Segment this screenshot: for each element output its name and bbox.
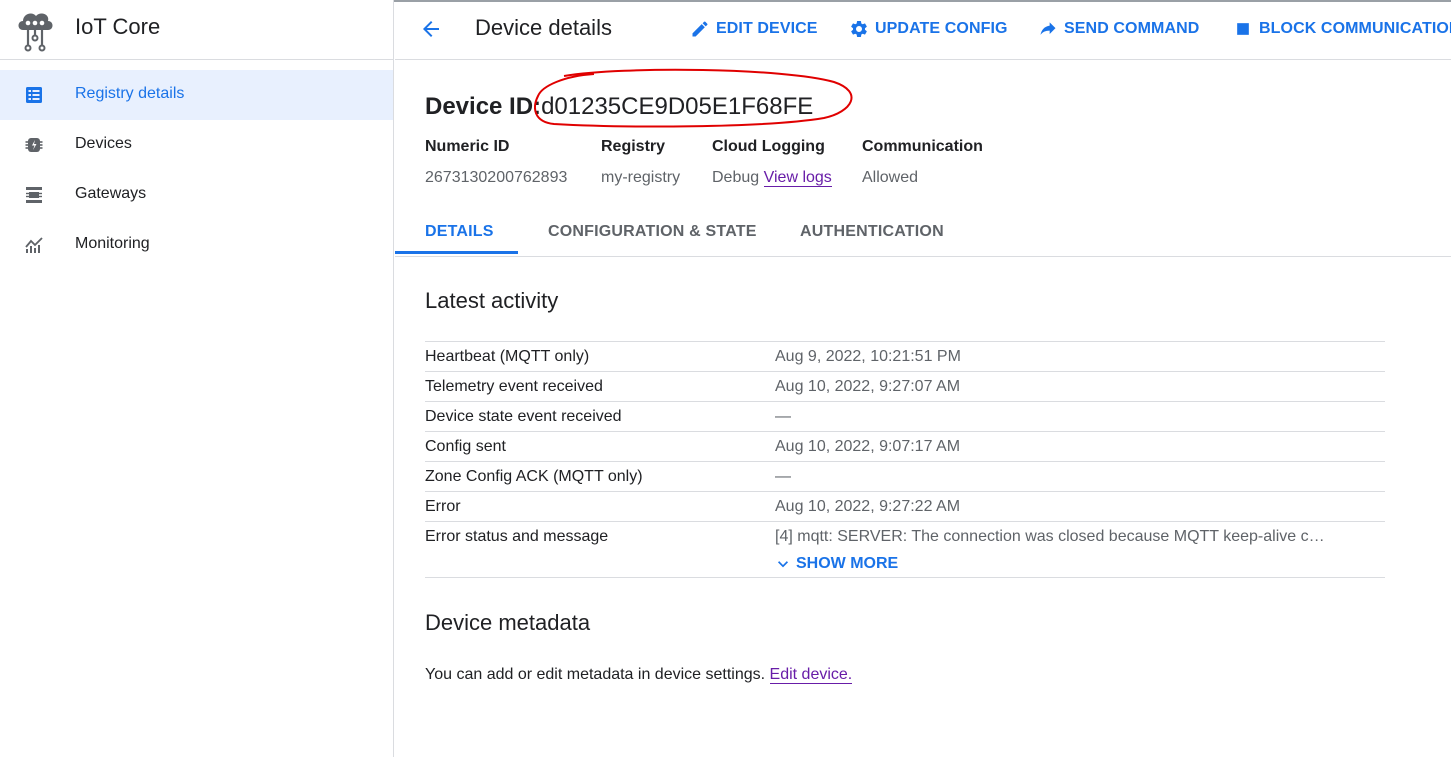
communication-label: Communication <box>862 138 983 155</box>
registry-value: my-registry <box>601 169 681 186</box>
pencil-icon <box>692 21 708 37</box>
tab-authentication[interactable]: AUTHENTICATION <box>800 210 944 256</box>
row-value: — <box>775 408 791 425</box>
table-row: Error Aug 10, 2022, 9:27:22 AM <box>425 491 1385 521</box>
monitoring-icon <box>25 237 43 253</box>
numeric-id-label: Numeric ID <box>425 138 510 155</box>
device-id-label: Device ID: <box>425 93 542 120</box>
chevron-down-icon <box>778 561 788 568</box>
row-key: Device state event received <box>425 408 622 425</box>
show-more-label: SHOW MORE <box>796 555 899 572</box>
update-config-button[interactable]: UPDATE CONFIG <box>849 18 1008 40</box>
table-row: Zone Config ACK (MQTT only) — <box>425 461 1385 491</box>
row-key: Error <box>425 498 461 515</box>
page-header: Device details EDIT DEVICE UPDATE CONFIG… <box>395 0 1451 60</box>
send-command-button[interactable]: SEND COMMAND <box>1038 18 1199 40</box>
forward-arrow-icon <box>1040 22 1056 35</box>
row-key: Config sent <box>425 438 506 455</box>
latest-activity-table: Heartbeat (MQTT only) Aug 9, 2022, 10:21… <box>425 341 1385 578</box>
sidebar-item-gateways[interactable]: Gateways <box>0 170 393 220</box>
main-content: Device details EDIT DEVICE UPDATE CONFIG… <box>395 0 1451 757</box>
update-config-label: UPDATE CONFIG <box>875 20 1008 37</box>
table-row: Config sent Aug 10, 2022, 9:07:17 AM <box>425 431 1385 461</box>
numeric-id-value: 2673130200762893 <box>425 169 568 186</box>
cloud-logging-label: Cloud Logging <box>712 138 825 155</box>
sidebar-item-label: Devices <box>75 135 132 152</box>
iot-core-logo-icon <box>18 13 53 52</box>
back-arrow-icon[interactable] <box>419 17 443 41</box>
cloud-logging-field: Cloud Logging Debug View logs <box>712 138 832 187</box>
row-value: Aug 10, 2022, 9:27:22 AM <box>775 498 961 515</box>
sidebar-item-devices[interactable]: Devices <box>0 120 393 170</box>
row-key: Zone Config ACK (MQTT only) <box>425 468 643 485</box>
device-id-heading: Device ID:d01235CE9D05E1F68FE <box>425 93 813 121</box>
send-command-label: SEND COMMAND <box>1064 20 1200 37</box>
device-metadata-title: Device metadata <box>425 610 591 635</box>
registry-field: Registry my-registry <box>601 138 680 187</box>
active-tab-indicator <box>395 251 518 254</box>
metadata-description: You can add or edit metadata in device s… <box>425 666 853 684</box>
device-id-value: d01235CE9D05E1F68FE <box>541 93 814 120</box>
row-key: Error status and message <box>425 528 609 545</box>
edit-device-button[interactable]: EDIT DEVICE <box>690 18 818 40</box>
sidebar-item-label: Monitoring <box>75 235 150 252</box>
table-row: Telemetry event received Aug 10, 2022, 9… <box>425 371 1385 401</box>
tab-bar: DETAILS CONFIGURATION & STATE AUTHENTICA… <box>395 210 1451 257</box>
row-key: Telemetry event received <box>425 378 603 395</box>
block-communication-label: BLOCK COMMUNICATION <box>1259 20 1451 37</box>
table-row: Error status and message [4] mqtt: SERVE… <box>425 521 1385 578</box>
tab-details[interactable]: DETAILS <box>425 210 494 256</box>
sidebar: IoT Core Registry details Devices Gatewa… <box>0 0 394 757</box>
sidebar-item-monitoring[interactable]: Monitoring <box>0 220 393 270</box>
table-row: Heartbeat (MQTT only) Aug 9, 2022, 10:21… <box>425 341 1385 371</box>
edit-device-label: EDIT DEVICE <box>716 20 818 37</box>
edit-device-link[interactable]: Edit device. <box>769 666 853 684</box>
cloud-logging-value-line: Debug View logs <box>712 169 832 187</box>
cloud-logging-value: Debug <box>712 169 760 186</box>
sidebar-header: IoT Core <box>0 0 393 60</box>
tab-configuration-state[interactable]: CONFIGURATION & STATE <box>548 210 757 256</box>
row-value: Aug 10, 2022, 9:07:17 AM <box>775 438 961 455</box>
show-more-button[interactable]: SHOW MORE <box>773 554 898 574</box>
devices-icon <box>25 138 43 152</box>
sidebar-item-label: Gateways <box>75 185 147 202</box>
product-title: IoT Core <box>75 14 161 39</box>
table-row: Device state event received — <box>425 401 1385 431</box>
sidebar-nav: Registry details Devices Gateways Monito… <box>0 70 393 270</box>
row-value: [4] mqtt: SERVER: The connection was clo… <box>775 528 1325 545</box>
row-value: — <box>775 468 791 485</box>
view-logs-link[interactable]: View logs <box>763 169 832 187</box>
gateways-icon <box>26 187 42 203</box>
gear-icon <box>851 20 867 38</box>
metadata-text: You can add or edit metadata in device s… <box>425 666 766 683</box>
communication-field: Communication Allowed <box>862 138 983 187</box>
row-value: Aug 10, 2022, 9:27:07 AM <box>775 378 961 395</box>
registry-icon <box>26 87 42 103</box>
sidebar-item-registry-details[interactable]: Registry details <box>0 70 393 120</box>
block-communication-button[interactable]: BLOCK COMMUNICATION <box>1233 18 1451 40</box>
sidebar-item-label: Registry details <box>75 85 185 102</box>
registry-label: Registry <box>601 138 666 155</box>
numeric-id-field: Numeric ID 2673130200762893 <box>425 138 567 187</box>
row-value: Aug 9, 2022, 10:21:51 PM <box>775 348 961 365</box>
page-title: Device details <box>475 15 612 40</box>
latest-activity-title: Latest activity <box>425 288 559 313</box>
stop-square-icon <box>1237 23 1249 35</box>
communication-value: Allowed <box>862 169 919 186</box>
row-key: Heartbeat (MQTT only) <box>425 348 590 365</box>
